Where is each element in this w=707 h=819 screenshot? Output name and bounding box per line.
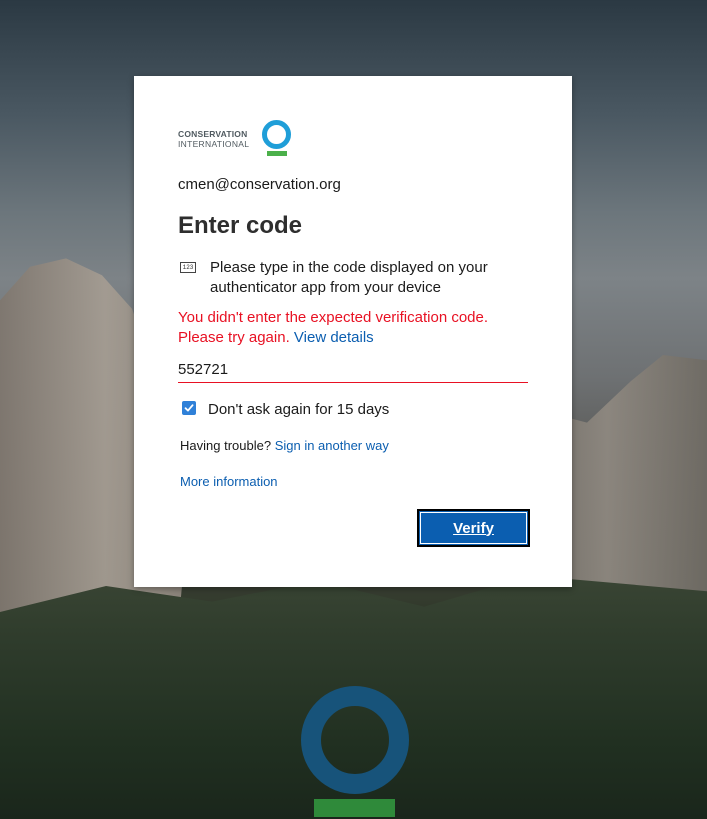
sign-in-card: CONSERVATION INTERNATIONAL cmen@conserva…: [134, 76, 572, 587]
trouble-text: Having trouble?: [180, 438, 272, 453]
org-logo: CONSERVATION INTERNATIONAL: [178, 120, 298, 158]
more-information-link[interactable]: More information: [180, 474, 278, 489]
instruction-text: Please type in the code displayed on you…: [210, 259, 488, 296]
sign-in-another-way-link[interactable]: Sign in another way: [275, 438, 389, 453]
verify-button[interactable]: Verify: [417, 509, 530, 547]
checkmark-icon: [184, 404, 194, 412]
view-details-link[interactable]: View details: [294, 329, 374, 346]
logo-line-1: CONSERVATION: [178, 129, 248, 139]
logo-wordmark: CONSERVATION INTERNATIONAL: [178, 129, 249, 149]
account-email: cmen@conservation.org: [178, 176, 341, 193]
verification-code-input[interactable]: [178, 356, 528, 383]
logo-bar-icon: [267, 151, 287, 156]
page-title: Enter code: [178, 212, 303, 239]
authenticator-code-icon: 123: [180, 262, 196, 273]
background-logo-ring-icon: [301, 686, 409, 794]
logo-ring-icon: [262, 120, 291, 149]
background-logo-bar-icon: [314, 799, 395, 817]
trouble-row: Having trouble? Sign in another way: [180, 438, 389, 453]
remember-label[interactable]: Don't ask again for 15 days: [208, 401, 389, 418]
logo-line-2: INTERNATIONAL: [178, 139, 250, 149]
remember-checkbox[interactable]: [182, 401, 196, 415]
error-message: You didn't enter the expected verificati…: [178, 308, 518, 348]
